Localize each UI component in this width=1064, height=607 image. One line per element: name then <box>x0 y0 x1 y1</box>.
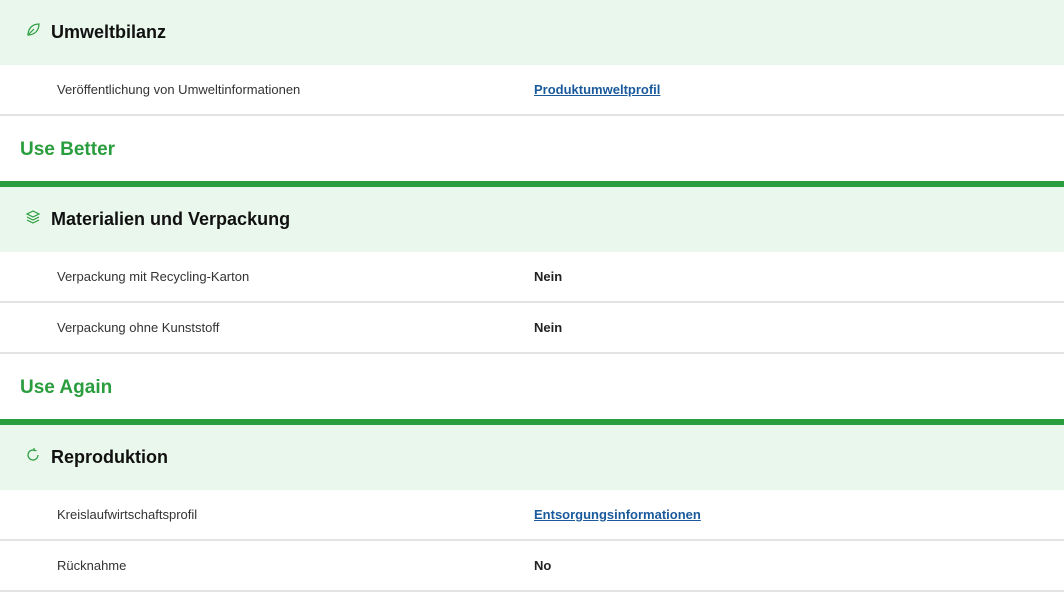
section-umweltbilanz: Umweltbilanz Veröffentlichung von Umwelt… <box>0 0 1064 116</box>
row-label: Veröffentlichung von Umweltinformationen <box>57 82 301 97</box>
section-title: Materialien und Verpackung <box>51 209 291 229</box>
section-materialien: Materialien und Verpackung Verpackung mi… <box>0 187 1064 354</box>
section-title: Reproduktion <box>51 447 168 467</box>
table-row: Veröffentlichung von Umweltinformationen… <box>0 65 1064 116</box>
section-title: Umweltbilanz <box>51 22 167 42</box>
row-label: Kreislaufwirtschaftsprofil <box>57 507 198 522</box>
group-heading-use-better: Use Better <box>0 116 1064 187</box>
row-value: Nein <box>534 269 563 284</box>
row-label: Verpackung ohne Kunststoff <box>57 320 220 335</box>
produktumweltprofil-link[interactable]: Produktumweltprofil <box>534 82 660 97</box>
row-value: No <box>534 558 552 573</box>
table-row: Rücknahme No <box>0 541 1064 592</box>
table-row: Kreislaufwirtschaftsprofil Entsorgungsin… <box>0 490 1064 541</box>
row-label: Verpackung mit Recycling-Karton <box>57 269 250 284</box>
row-value: Nein <box>534 320 563 335</box>
section-header-umweltbilanz: Umweltbilanz <box>0 0 1064 65</box>
entsorgungsinformationen-link[interactable]: Entsorgungsinformationen <box>534 507 701 522</box>
section-header-materialien: Materialien und Verpackung <box>0 187 1064 252</box>
section-header-reproduktion: Reproduktion <box>0 425 1064 490</box>
group-heading-use-again: Use Again <box>0 354 1064 425</box>
section-reproduktion: Reproduktion Kreislaufwirtschaftsprofil … <box>0 425 1064 592</box>
table-row: Verpackung mit Recycling-Karton Nein <box>0 252 1064 303</box>
leaf-icon <box>25 22 41 38</box>
row-label: Rücknahme <box>57 558 127 573</box>
layers-icon <box>25 209 41 225</box>
table-row: Verpackung ohne Kunststoff Nein <box>0 303 1064 354</box>
refresh-icon <box>25 447 41 463</box>
